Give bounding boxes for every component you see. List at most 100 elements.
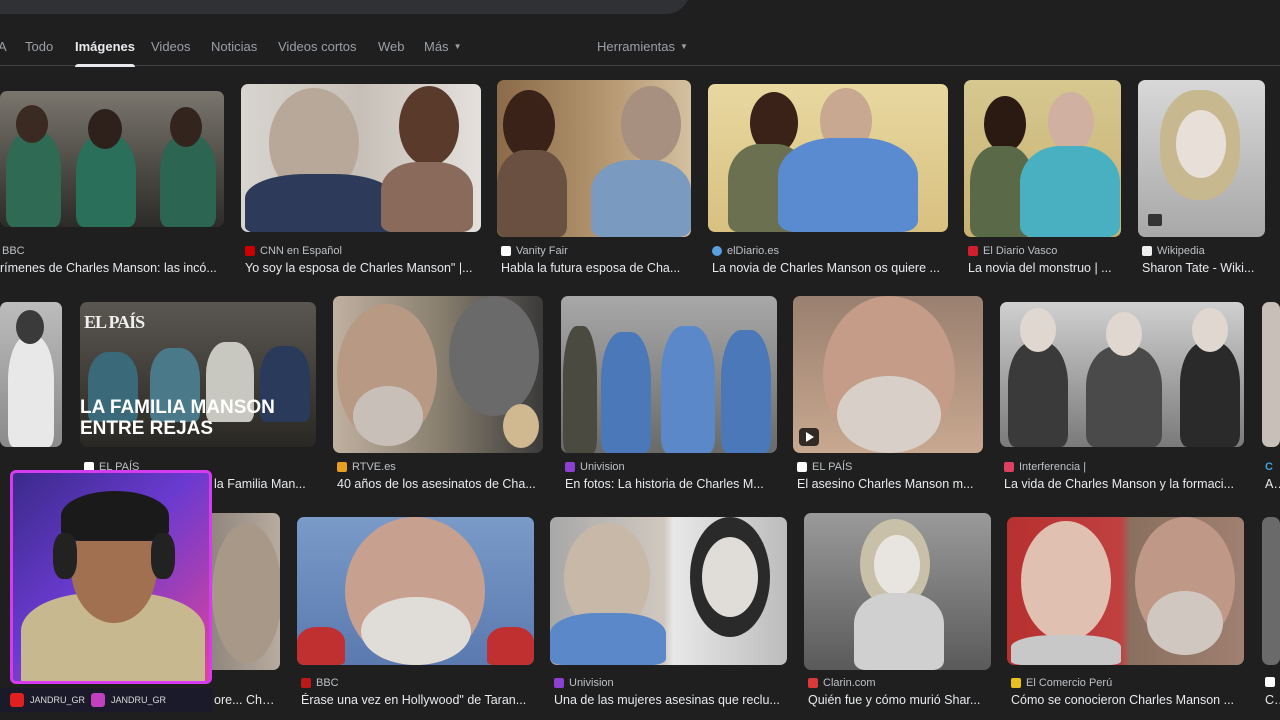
- result-thumbnail[interactable]: [1007, 517, 1244, 665]
- result-thumbnail[interactable]: [1000, 302, 1244, 447]
- result-caption[interactable]: 40 años de los asesinatos de Cha...: [337, 477, 543, 491]
- person-figure: [497, 150, 567, 237]
- result-source-label: elDiario.es: [727, 245, 779, 257]
- result-source: Clarin.com: [808, 677, 876, 689]
- result-thumbnail[interactable]: [1262, 517, 1280, 665]
- result-caption[interactable]: Una de las mujeres asesinas que reclu...: [554, 693, 787, 707]
- person-figure: [1008, 342, 1068, 447]
- wikipedia-favicon-icon: [1142, 246, 1152, 256]
- result-source-label: C: [1265, 461, 1273, 473]
- person-head: [1048, 92, 1094, 152]
- result-caption[interactable]: Yo soy la esposa de Charles Manson" |...: [245, 261, 481, 275]
- result-source: BBC: [2, 245, 25, 257]
- person-head: [1020, 308, 1056, 352]
- person-head: [1106, 312, 1142, 356]
- cap-icon: [61, 491, 169, 541]
- person-head: [984, 96, 1026, 152]
- tab-imagenes[interactable]: Imágenes: [75, 39, 135, 67]
- result-caption[interactable]: ore... Charl... ge una licen...: [214, 693, 280, 707]
- result-caption[interactable]: Érase una vez en Hollywood" de Taran...: [301, 693, 534, 707]
- result-thumbnail[interactable]: [0, 302, 62, 447]
- shirt: [297, 627, 345, 665]
- result-source: Interferencia |: [1004, 461, 1086, 473]
- clarin-favicon-icon: [808, 678, 818, 688]
- result-source: Vanity Fair: [501, 245, 568, 257]
- result-thumbnail[interactable]: [241, 84, 481, 232]
- result-thumbnail[interactable]: [793, 296, 983, 453]
- result-thumbnail[interactable]: [804, 513, 991, 670]
- result-caption[interactable]: En fotos: La historia de Charles M...: [565, 477, 777, 491]
- result-thumbnail[interactable]: EL PAÍS LA FAMILIA MANSON ENTRE REJAS: [80, 302, 316, 447]
- result-source-label: CNN en Español: [260, 245, 342, 257]
- person-head: [399, 86, 459, 166]
- tab-videos[interactable]: Videos: [151, 39, 191, 54]
- person-beard: [837, 376, 941, 453]
- person-figure: [1020, 146, 1120, 237]
- person-figure: [778, 138, 918, 232]
- result-source-label: BBC: [316, 677, 339, 689]
- result-thumbnail[interactable]: [964, 80, 1121, 237]
- tab-todo[interactable]: Todo: [25, 39, 53, 54]
- overlay-title-line1: LA FAMILIA MANSON: [80, 397, 275, 418]
- result-thumbnail[interactable]: [550, 517, 787, 665]
- result-caption[interactable]: Sharon Tate - Wiki...: [1142, 261, 1265, 275]
- result-source-label: El Diario Vasco: [983, 245, 1058, 257]
- result-thumbnail[interactable]: [561, 296, 777, 453]
- result-caption[interactable]: El asesino Charles Manson m...: [797, 477, 983, 491]
- result-caption[interactable]: La novia del monstruo | ...: [968, 261, 1121, 275]
- person-head: [621, 86, 681, 162]
- bbc-favicon-icon: [301, 678, 311, 688]
- result-thumbnail[interactable]: [200, 513, 280, 670]
- tab-noticias[interactable]: Noticias: [211, 39, 257, 54]
- result-caption[interactable]: rímenes de Charles Manson: las incó...: [0, 261, 228, 275]
- result-caption[interactable]: Quién fue y cómo murió Shar...: [808, 693, 991, 707]
- source-favicon-icon: [1265, 677, 1275, 687]
- headphones-icon: [151, 533, 175, 579]
- result-thumbnail[interactable]: [333, 296, 543, 453]
- result-caption[interactable]: la Familia Man...: [214, 477, 316, 491]
- result-source: Univision: [554, 677, 614, 689]
- result-caption[interactable]: Habla la futura esposa de Cha...: [501, 261, 691, 275]
- result-caption[interactable]: La novia de Charles Manson os quiere ...: [712, 261, 948, 275]
- result-thumbnail[interactable]: [1262, 302, 1280, 447]
- result-source-label: Clarin.com: [823, 677, 876, 689]
- person-figure: [661, 326, 715, 453]
- diario-vasco-favicon-icon: [968, 246, 978, 256]
- person-head: [212, 523, 280, 663]
- result-thumbnail[interactable]: [297, 517, 534, 665]
- search-tabs: A Todo Imágenes Videos Noticias Videos c…: [0, 30, 1280, 67]
- result-thumbnail[interactable]: [497, 80, 691, 237]
- result-thumbnail[interactable]: [708, 84, 948, 232]
- result-source: Univision: [565, 461, 625, 473]
- tab-mas-label: Más: [424, 39, 449, 54]
- person-head: [1176, 110, 1226, 178]
- univision-favicon-icon: [554, 678, 564, 688]
- result-source: BBC: [301, 677, 339, 689]
- image-icon: [1148, 214, 1162, 226]
- tools-button[interactable]: Herramientas ▼: [597, 39, 688, 54]
- result-thumbnail[interactable]: [0, 91, 224, 227]
- result-source-label: EL PAÍS: [812, 461, 853, 473]
- person-head: [1021, 521, 1111, 641]
- tab-web[interactable]: Web: [378, 39, 405, 54]
- person-figure: [591, 160, 691, 237]
- search-bar[interactable]: [0, 0, 690, 14]
- result-caption[interactable]: Cómo se conocieron Charles Manson ...: [1011, 693, 1244, 707]
- result-caption[interactable]: Ch: [1265, 693, 1280, 707]
- result-caption[interactable]: La vida de Charles Manson y la formaci..…: [1004, 477, 1244, 491]
- tab-mas[interactable]: Más ▼: [424, 39, 461, 54]
- instagram-icon: [91, 693, 106, 707]
- person-figure: [1180, 342, 1240, 447]
- overlay-title-line2: ENTRE REJAS: [80, 418, 214, 439]
- person-figure: [8, 336, 54, 447]
- play-icon: [799, 428, 819, 446]
- result-thumbnail[interactable]: [1138, 80, 1265, 237]
- tab-ai[interactable]: A: [0, 39, 7, 54]
- result-caption[interactable]: Aft: [1265, 477, 1280, 491]
- result-source: RTVE.es: [337, 461, 396, 473]
- result-source: CNN en Español: [245, 245, 342, 257]
- result-source: C: [1265, 461, 1273, 473]
- headphones-icon: [53, 533, 77, 579]
- tab-videos-cortos[interactable]: Videos cortos: [278, 39, 357, 54]
- person-head: [503, 404, 539, 448]
